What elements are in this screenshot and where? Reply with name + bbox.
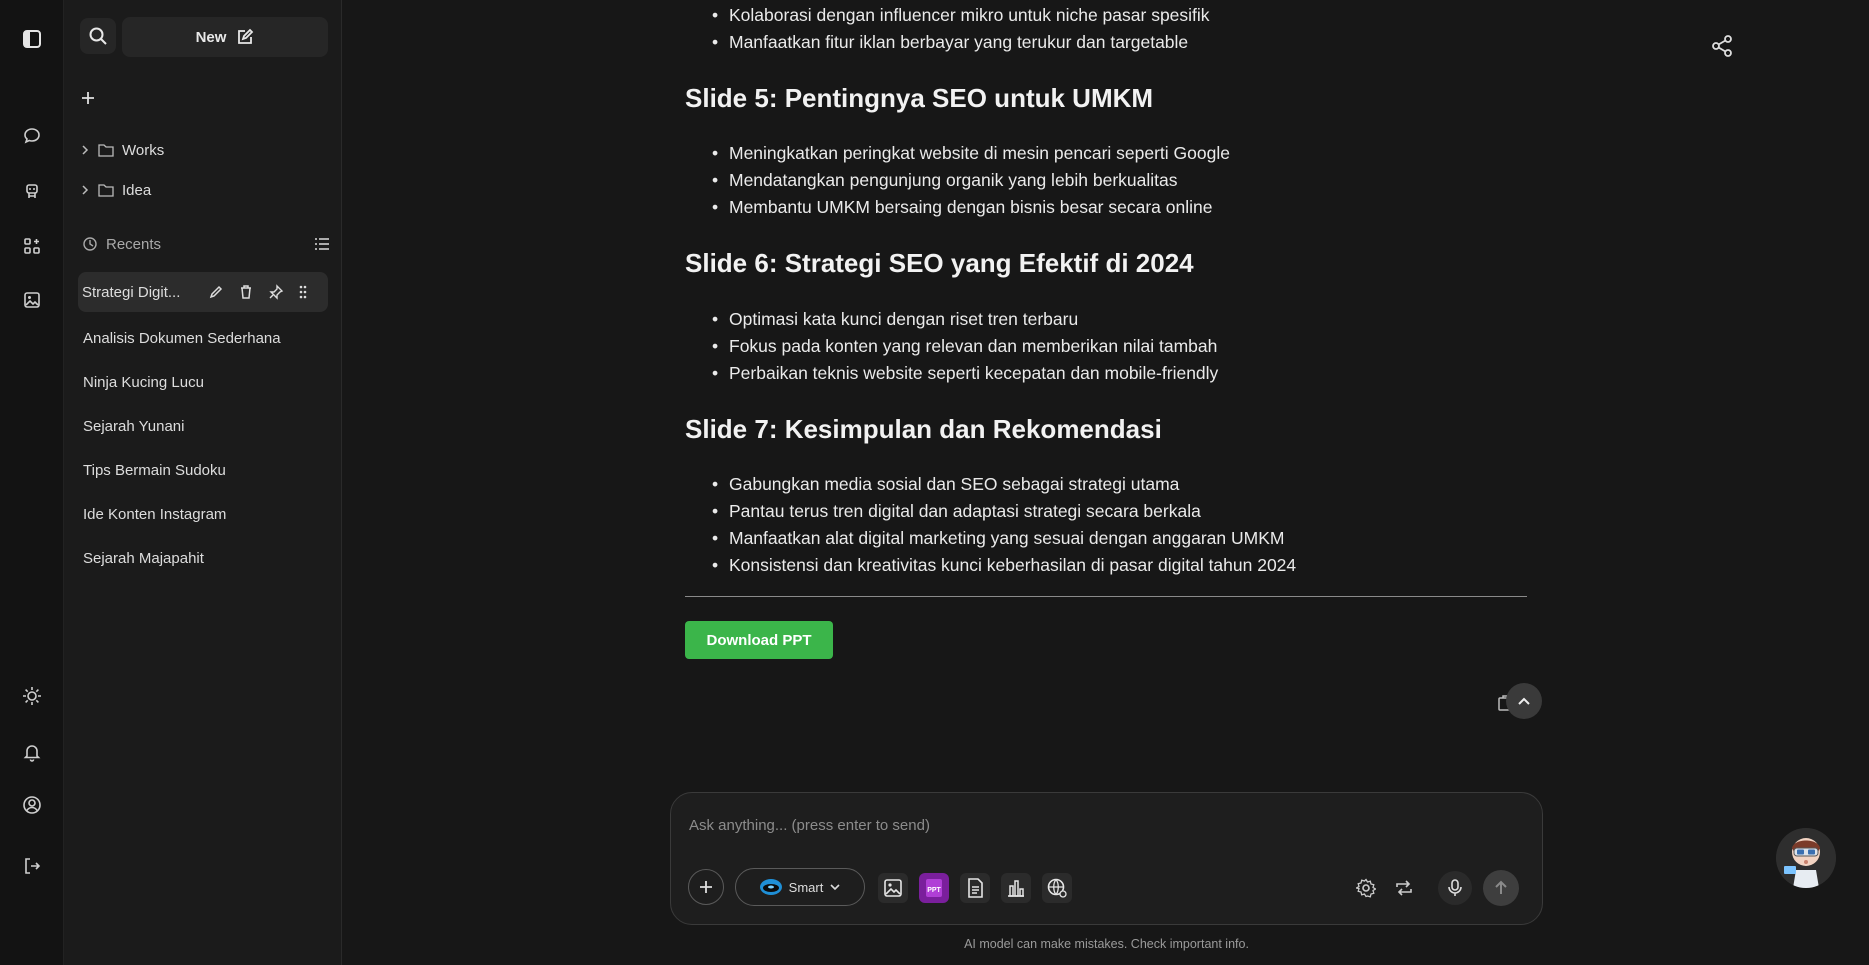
send-button[interactable] — [1483, 870, 1519, 906]
list-view-icon[interactable] — [314, 237, 330, 251]
list-item: Meningkatkan peringkat website di mesin … — [712, 143, 1230, 164]
recent-item[interactable]: Analisis Dokumen Sederhana — [83, 330, 281, 347]
microphone-icon — [1448, 879, 1462, 896]
list-item: Manfaatkan fitur iklan berbayar yang ter… — [712, 32, 1188, 53]
list-item: Pantau terus tren digital dan adaptasi s… — [712, 501, 1201, 522]
image-tool-button[interactable] — [878, 873, 908, 903]
recent-item[interactable]: Sejarah Majapahit — [83, 550, 204, 567]
pin-icon[interactable] — [268, 284, 284, 300]
trash-icon[interactable] — [238, 284, 254, 300]
list-item: Membantu UMKM bersaing dengan bisnis bes… — [712, 197, 1212, 218]
user-icon[interactable] — [16, 789, 48, 821]
disclaimer-text: AI model can make mistakes. Check import… — [964, 937, 1249, 951]
list-item: Mendatangkan pengunjung organik yang leb… — [712, 170, 1178, 191]
robot-avatar-icon — [1776, 828, 1836, 888]
svg-text:PPT: PPT — [927, 887, 941, 894]
list-item: Fokus pada konten yang relevan dan membe… — [712, 336, 1217, 357]
plus-icon — [700, 881, 712, 893]
list-item: Kolaborasi dengan influencer mikro untuk… — [712, 5, 1210, 26]
new-chat-label: New — [195, 28, 227, 46]
scroll-to-top-button[interactable] — [1506, 683, 1542, 719]
add-folder-button[interactable] — [78, 88, 98, 108]
folder-works[interactable]: Works — [80, 138, 164, 162]
web-search-button[interactable] — [1042, 873, 1072, 903]
slide-heading: Slide 5: Pentingnya SEO untuk UMKM — [685, 83, 1154, 113]
icon-rail — [0, 0, 64, 965]
chevron-right-icon — [82, 145, 89, 155]
settings-button[interactable] — [1353, 875, 1379, 901]
microphone-button[interactable] — [1438, 871, 1472, 905]
model-selector[interactable]: Smart — [735, 868, 865, 906]
folder-icon — [98, 184, 114, 197]
list-item: Perbaikan teknis website seperti kecepat… — [712, 363, 1218, 384]
chat-composer: Smart PPT — [670, 792, 1543, 925]
chevron-up-icon — [1518, 697, 1530, 705]
document-tool-icon — [968, 878, 983, 898]
logout-icon[interactable] — [16, 850, 48, 882]
ppt-tool-button[interactable]: PPT — [919, 873, 949, 903]
assistant-avatar[interactable] — [1776, 828, 1836, 888]
attach-button[interactable] — [688, 869, 724, 905]
robot-icon[interactable] — [16, 175, 48, 207]
bell-icon[interactable] — [16, 736, 48, 768]
web-search-icon — [1047, 878, 1067, 898]
recents-title: Recents — [106, 235, 162, 253]
chart-tool-button[interactable] — [1001, 873, 1031, 903]
sidebar-toggle-icon[interactable] — [16, 23, 48, 55]
chevron-down-icon — [830, 884, 840, 891]
folder-idea[interactable]: Idea — [80, 178, 151, 202]
divider — [685, 596, 1527, 597]
apps-icon[interactable] — [16, 230, 48, 262]
edit-icon — [238, 28, 254, 44]
ppt-tool-icon: PPT — [926, 879, 942, 897]
repeat-button[interactable] — [1391, 875, 1417, 901]
sidebar: New Works Idea Recents Strategi Digit...… — [64, 0, 342, 965]
pencil-icon[interactable] — [208, 284, 224, 300]
recent-item-active[interactable]: Strategi Digit... — [78, 272, 328, 312]
send-arrow-icon — [1495, 880, 1507, 894]
history-icon — [83, 237, 97, 251]
chart-tool-icon — [1008, 880, 1024, 897]
share-icon[interactable] — [1710, 34, 1734, 58]
slide-heading: Slide 6: Strategi SEO yang Efektif di 20… — [685, 248, 1194, 278]
recents-header: Recents — [82, 232, 330, 256]
recent-item[interactable]: Ide Konten Instagram — [83, 506, 226, 523]
recent-item[interactable]: Sejarah Yunani — [83, 418, 184, 435]
chat-input[interactable] — [689, 813, 1509, 837]
slide-heading: Slide 7: Kesimpulan dan Rekomendasi — [685, 414, 1162, 444]
image-tool-icon — [884, 879, 902, 897]
list-item: Manfaatkan alat digital marketing yang s… — [712, 528, 1284, 549]
folder-label: Works — [122, 141, 165, 159]
model-label: Smart — [788, 879, 824, 895]
sun-icon[interactable] — [16, 680, 48, 712]
settings-icon — [1356, 878, 1376, 898]
recent-item-label: Strategi Digit... — [82, 283, 181, 301]
chat-icon[interactable] — [16, 120, 48, 152]
search-button[interactable] — [80, 18, 116, 54]
folder-icon — [98, 144, 114, 157]
folder-label: Idea — [122, 181, 152, 199]
recent-item[interactable]: Ninja Kucing Lucu — [83, 374, 204, 391]
repeat-icon — [1396, 880, 1412, 896]
list-item: Konsistensi dan kreativitas kunci keberh… — [712, 555, 1296, 576]
download-ppt-button[interactable]: Download PPT — [685, 621, 833, 659]
plus-icon — [82, 92, 94, 104]
model-logo-icon — [759, 879, 782, 895]
document-tool-button[interactable] — [960, 873, 990, 903]
list-item: Gabungkan media sosial dan SEO sebagai s… — [712, 474, 1179, 495]
main-area: Kolaborasi dengan influencer mikro untuk… — [343, 0, 1869, 965]
new-chat-button[interactable]: New — [122, 17, 328, 57]
image-icon[interactable] — [16, 284, 48, 316]
drag-handle-icon[interactable] — [298, 284, 308, 300]
recent-item[interactable]: Tips Bermain Sudoku — [83, 462, 226, 479]
list-item: Optimasi kata kunci dengan riset tren te… — [712, 309, 1078, 330]
search-icon — [89, 27, 107, 45]
chevron-right-icon — [82, 185, 89, 195]
